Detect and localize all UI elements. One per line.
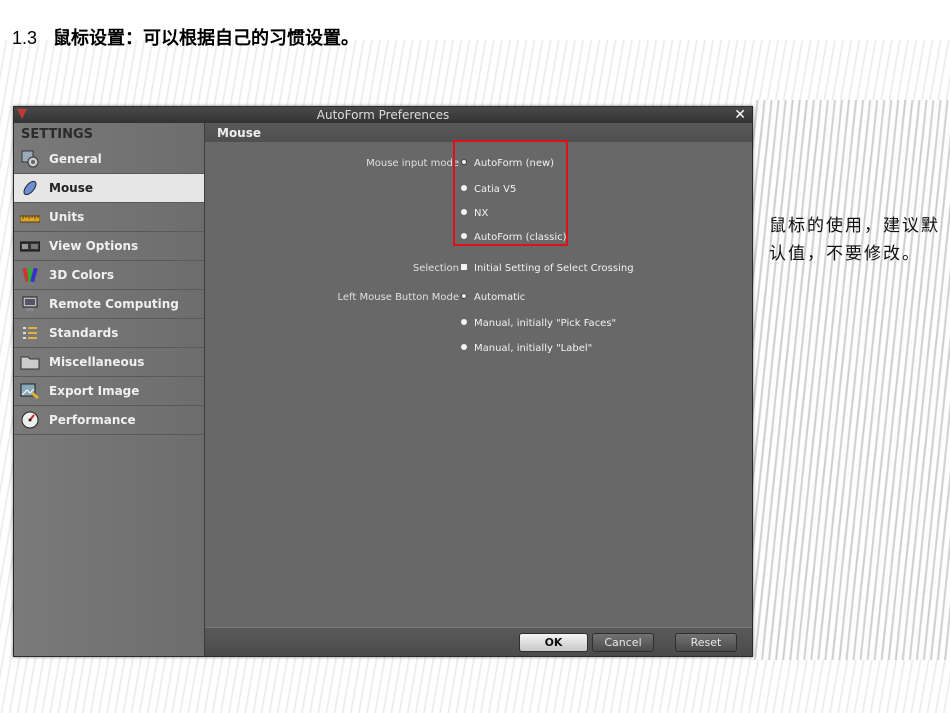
left-mouse-button-mode-label: Left Mouse Button Mode [337,292,459,303]
sidebar-item-label: 3D Colors [49,268,114,282]
sidebar-heading: SETTINGS [21,127,94,142]
close-icon[interactable]: ✕ [734,107,746,123]
section-number: 1.3 [12,28,38,48]
background-stripes [752,100,950,660]
sidebar-item-units[interactable]: Units [14,203,204,232]
export-image-icon [20,382,40,400]
sidebar-item-label: View Options [49,239,139,253]
dialog-footer: OK Cancel Reset [205,627,752,656]
option-label: Manual, initially "Label" [474,343,593,354]
radio-icon [461,344,467,350]
performance-gauge-icon [20,411,40,429]
radio-manual-label[interactable]: Manual, initially "Label" [461,343,592,355]
sidebar-item-label: Performance [49,413,136,427]
sidebar-item-mouse[interactable]: Mouse [14,174,204,203]
cancel-button[interactable]: Cancel [592,633,654,652]
sidebar-item-label: Units [49,210,85,224]
reset-button[interactable]: Reset [675,633,737,652]
radio-selected-icon [461,293,467,299]
sidebar-item-label: Standards [49,326,119,340]
sidebar-item-label: Mouse [49,181,94,195]
ruler-icon [19,208,41,226]
annotation-highlight-box [453,140,568,246]
checkbox-icon [461,264,467,270]
sidebar-item-miscellaneous[interactable]: Miscellaneous [14,348,204,377]
app-logo-icon [17,109,27,119]
folder-icon [20,353,40,371]
option-label: Automatic [474,292,526,303]
sidebar-item-remote-computing[interactable]: Remote Computing [14,290,204,319]
mouse-icon [20,179,40,197]
option-label: Manual, initially "Pick Faces" [474,318,617,329]
mouse-input-mode-label: Mouse input mode [366,158,459,169]
sidebar-item-view-options[interactable]: View Options [14,232,204,261]
remote-computing-icon [20,295,40,313]
sidebar-item-3d-colors[interactable]: 3D Colors [14,261,204,290]
selection-label: Selection [412,263,459,274]
radio-icon [461,319,467,325]
radio-manual-pick-faces[interactable]: Manual, initially "Pick Faces" [461,318,616,330]
select-crossing-checkbox[interactable]: Initial Setting of Select Crossing [461,263,634,275]
sidebar-item-standards[interactable]: Standards [14,319,204,348]
sidebar-item-export-image[interactable]: Export Image [14,377,204,406]
radio-automatic[interactable]: Automatic [461,292,525,304]
side-note: 鼠标的使用，建议默认值，不要修改。 [769,216,940,264]
sidebar-item-label: Miscellaneous [49,355,145,369]
sidebar-item-label: General [49,152,102,166]
settings-sidebar: SETTINGS General Mouse Units View Option… [14,123,205,656]
slide-title: 1.3 鼠标设置：可以根据自己的习惯设置。 [12,24,359,50]
section-title: 鼠标设置：可以根据自己的习惯设置。 [53,28,360,49]
title-bar[interactable]: AutoForm Preferences ✕ [14,107,752,123]
settings-panel: Mouse Mouse input mode AutoForm (new) Ca… [205,123,752,656]
general-icon [20,150,40,168]
sidebar-item-performance[interactable]: Performance [14,406,204,435]
preferences-dialog: AutoForm Preferences ✕ SETTINGS General … [13,106,753,657]
color-palette-icon [20,266,40,284]
ok-button[interactable]: OK [519,633,588,652]
view-options-icon [19,237,41,255]
window-title: AutoForm Preferences [316,108,450,122]
standards-icon [20,324,40,342]
sidebar-item-general[interactable]: General [14,145,204,174]
sidebar-item-label: Export Image [49,384,140,398]
sidebar-item-label: Remote Computing [49,297,179,311]
option-label: Initial Setting of Select Crossing [474,263,634,274]
